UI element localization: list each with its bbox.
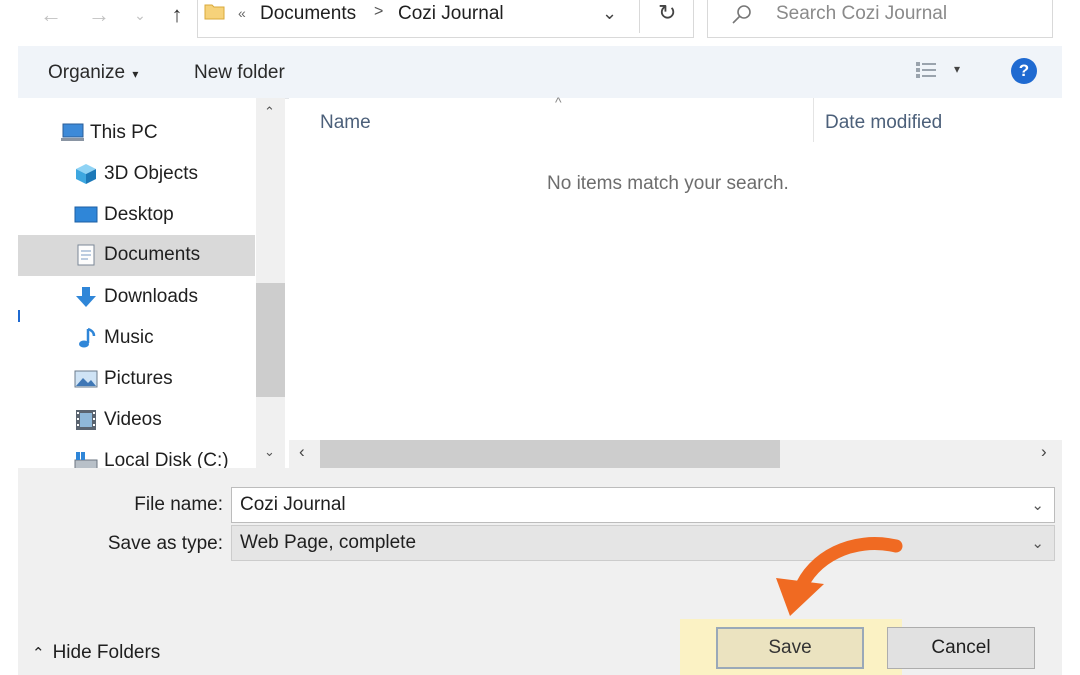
save-as-type-select[interactable]: Web Page, complete ⌄ bbox=[231, 525, 1055, 561]
scroll-left-icon[interactable]: ‹ bbox=[299, 442, 305, 462]
recent-locations-button[interactable]: ⌄ bbox=[128, 0, 152, 30]
search-icon bbox=[732, 5, 751, 24]
hscroll-thumb[interactable] bbox=[320, 440, 780, 468]
nav-label-this-pc: This PC bbox=[90, 122, 158, 143]
up-arrow-icon: ↑ bbox=[171, 2, 183, 27]
organize-label: Organize bbox=[48, 62, 126, 83]
search-box[interactable]: Search Cozi Journal bbox=[707, 0, 1053, 38]
save-as-type-value: Web Page, complete bbox=[240, 532, 417, 553]
download-arrow-icon bbox=[76, 287, 96, 307]
nav-item-local-disk[interactable]: Local Disk (C:) bbox=[18, 441, 255, 468]
column-header-date-modified[interactable]: Date modified bbox=[825, 112, 942, 134]
back-arrow-icon: ← bbox=[40, 2, 62, 27]
focus-marker bbox=[18, 310, 20, 322]
address-bar[interactable]: « Documents > Cozi Journal ⌄ ↻ bbox=[197, 0, 694, 38]
address-dropdown-icon[interactable]: ⌄ bbox=[602, 3, 617, 24]
up-button[interactable]: ↑ bbox=[162, 0, 192, 30]
forward-button[interactable]: → bbox=[84, 0, 114, 30]
drive-icon bbox=[74, 452, 98, 468]
save-as-type-label: Save as type: bbox=[107, 533, 223, 554]
command-bar: Organize ▾ New folder ▾ ? bbox=[18, 46, 1062, 99]
nav-label-local-disk: Local Disk (C:) bbox=[104, 450, 229, 468]
nav-label-videos: Videos bbox=[104, 409, 162, 430]
computer-icon bbox=[61, 123, 84, 141]
nav-label-music: Music bbox=[104, 327, 154, 348]
nav-scrollbar[interactable]: ⌃ ⌄ bbox=[256, 98, 285, 468]
file-name-input[interactable]: Cozi Journal ⌄ bbox=[231, 487, 1055, 523]
breadcrumb-documents[interactable]: Documents bbox=[260, 3, 356, 25]
navigation-pane: This PC 3D Objects Desktop Documents Dow… bbox=[18, 98, 285, 468]
hide-folders-button[interactable]: ⌃ Hide Folders bbox=[32, 642, 160, 664]
file-name-label: File name: bbox=[134, 494, 223, 515]
file-name-value: Cozi Journal bbox=[240, 494, 346, 515]
chevron-down-icon: ⌄ bbox=[134, 6, 146, 23]
scroll-right-icon[interactable]: › bbox=[1041, 442, 1047, 462]
scroll-up-icon[interactable]: ⌃ bbox=[264, 104, 275, 120]
nav-item-music[interactable]: Music bbox=[18, 318, 255, 359]
address-divider bbox=[639, 0, 640, 33]
cube-icon bbox=[76, 164, 96, 184]
nav-item-3d-objects[interactable]: 3D Objects bbox=[18, 154, 255, 195]
column-header-name[interactable]: Name bbox=[320, 112, 371, 134]
column-divider bbox=[813, 98, 814, 142]
film-icon bbox=[76, 410, 96, 430]
nav-label-3d-objects: 3D Objects bbox=[104, 163, 198, 184]
help-icon[interactable]: ? bbox=[1011, 58, 1037, 84]
desktop-icon bbox=[74, 206, 98, 223]
nav-label-documents: Documents bbox=[104, 244, 201, 265]
file-name-dropdown-icon[interactable]: ⌄ bbox=[1031, 496, 1044, 514]
nav-scroll-thumb[interactable] bbox=[256, 283, 285, 397]
nav-label-desktop: Desktop bbox=[104, 204, 174, 225]
refresh-icon[interactable]: ↻ bbox=[658, 0, 676, 26]
view-dropdown-icon[interactable]: ▾ bbox=[954, 62, 960, 76]
view-options-icon[interactable] bbox=[914, 60, 940, 84]
nav-item-videos[interactable]: Videos bbox=[18, 400, 255, 441]
file-list[interactable]: ^ Name Date modified No items match your… bbox=[289, 94, 1062, 468]
nav-item-downloads[interactable]: Downloads bbox=[18, 277, 255, 318]
breadcrumb-cozi-journal[interactable]: Cozi Journal bbox=[398, 3, 504, 25]
cancel-button[interactable]: Cancel bbox=[887, 627, 1035, 669]
file-list-hscrollbar[interactable]: ‹ › bbox=[289, 440, 1062, 468]
back-button[interactable]: ← bbox=[36, 0, 66, 30]
overflow-icon[interactable]: « bbox=[238, 5, 246, 21]
search-placeholder: Search Cozi Journal bbox=[776, 3, 948, 24]
pointer-arrow-icon bbox=[776, 537, 903, 616]
nav-item-desktop[interactable]: Desktop bbox=[18, 195, 255, 236]
hide-folders-label: Hide Folders bbox=[52, 642, 161, 663]
organize-caret-icon: ▾ bbox=[132, 67, 139, 81]
breadcrumb-separator-icon: > bbox=[374, 3, 384, 20]
nav-label-pictures: Pictures bbox=[104, 368, 173, 389]
nav-label-downloads: Downloads bbox=[104, 286, 198, 307]
new-folder-button[interactable]: New folder bbox=[194, 62, 285, 84]
chevron-up-icon: ⌃ bbox=[32, 645, 45, 662]
save-button[interactable]: Save bbox=[716, 627, 864, 669]
nav-item-pictures[interactable]: Pictures bbox=[18, 359, 255, 400]
empty-message: No items match your search. bbox=[547, 173, 789, 194]
folder-icon bbox=[204, 4, 225, 20]
forward-arrow-icon: → bbox=[88, 2, 110, 27]
music-note-icon bbox=[79, 327, 96, 348]
organize-button[interactable]: Organize ▾ bbox=[48, 62, 138, 84]
picture-icon bbox=[74, 370, 98, 388]
nav-item-documents[interactable]: Documents bbox=[18, 235, 255, 276]
document-icon bbox=[77, 244, 95, 266]
sort-ascending-icon: ^ bbox=[555, 94, 562, 110]
scroll-down-icon[interactable]: ⌄ bbox=[264, 444, 275, 460]
nav-item-this-pc[interactable]: This PC bbox=[18, 113, 255, 154]
save-as-type-dropdown-icon[interactable]: ⌄ bbox=[1031, 534, 1044, 552]
